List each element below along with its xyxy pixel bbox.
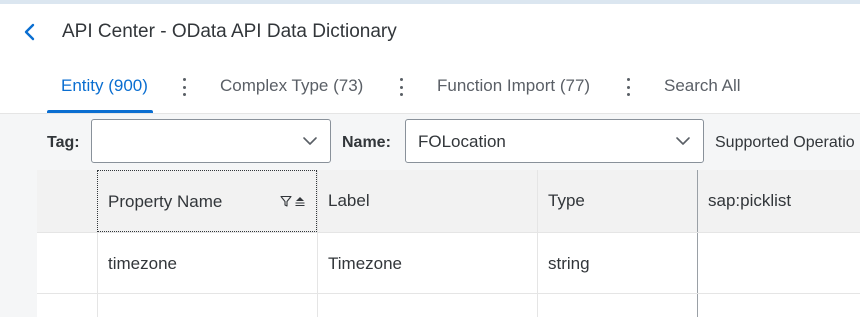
tab-complex-type[interactable]: Complex Type (73) <box>220 76 363 96</box>
filter-icon <box>280 195 292 207</box>
tab-entity[interactable]: Entity (900) <box>61 76 148 96</box>
chevron-down-icon <box>676 137 690 145</box>
more-vertical-icon[interactable] <box>625 78 631 96</box>
table-header-row: Property Name Label Type sap:picklist <box>37 170 860 233</box>
tab-search-all[interactable]: Search All <box>664 76 741 96</box>
table-cell <box>537 294 697 317</box>
more-vertical-icon[interactable] <box>181 78 187 96</box>
table-cell: timezone <box>97 233 317 293</box>
tab-bar: Entity (900) Complex Type (73) Function … <box>0 58 860 114</box>
page-title: API Center - OData API Data Dictionary <box>62 21 397 42</box>
tab-function-import[interactable]: Function Import (77) <box>437 76 590 96</box>
row-selector[interactable] <box>37 233 97 293</box>
column-header-label[interactable]: Label <box>317 170 537 232</box>
sort-ascending-icon <box>295 197 305 207</box>
table-cell: string <box>537 233 697 293</box>
column-header-label: Label <box>328 191 370 210</box>
table-row-partial <box>37 294 860 317</box>
app-header: API Center - OData API Data Dictionary <box>0 4 860 58</box>
table-cell <box>317 294 537 317</box>
properties-table: Property Name Label Type sap:picklist ti… <box>37 170 860 317</box>
table-cell <box>697 233 860 293</box>
cell-text: timezone <box>108 254 177 273</box>
table-cell: Timezone <box>317 233 537 293</box>
tag-select[interactable] <box>91 119 331 163</box>
tag-label: Tag: <box>47 134 80 151</box>
column-header-sap-picklist[interactable]: sap:picklist <box>697 170 860 232</box>
column-header-label: Type <box>548 191 585 210</box>
column-header-label: sap:picklist <box>708 191 792 210</box>
chevron-down-icon <box>303 137 317 145</box>
back-button[interactable] <box>18 20 42 44</box>
column-header-label: Property Name <box>108 192 223 211</box>
column-header-type[interactable]: Type <box>537 170 697 232</box>
table-row[interactable]: timezone Timezone string <box>37 233 860 294</box>
cell-text: Timezone <box>328 254 403 273</box>
cell-text: string <box>548 254 590 273</box>
name-select[interactable]: FOLocation <box>405 119 704 163</box>
table-cell <box>97 294 317 317</box>
row-selector <box>37 294 97 317</box>
chevron-left-icon <box>24 23 35 41</box>
name-label: Name: <box>342 134 391 151</box>
supported-operations-label: Supported Operatio <box>715 134 855 151</box>
more-vertical-icon[interactable] <box>398 78 404 96</box>
row-selector-header <box>37 170 97 232</box>
active-tab-indicator <box>47 110 153 113</box>
table-cell <box>697 294 860 317</box>
column-header-property-name[interactable]: Property Name <box>97 170 317 232</box>
name-select-value: FOLocation <box>418 132 506 151</box>
filter-bar: Tag: Name: FOLocation Supported Operatio <box>0 114 860 170</box>
